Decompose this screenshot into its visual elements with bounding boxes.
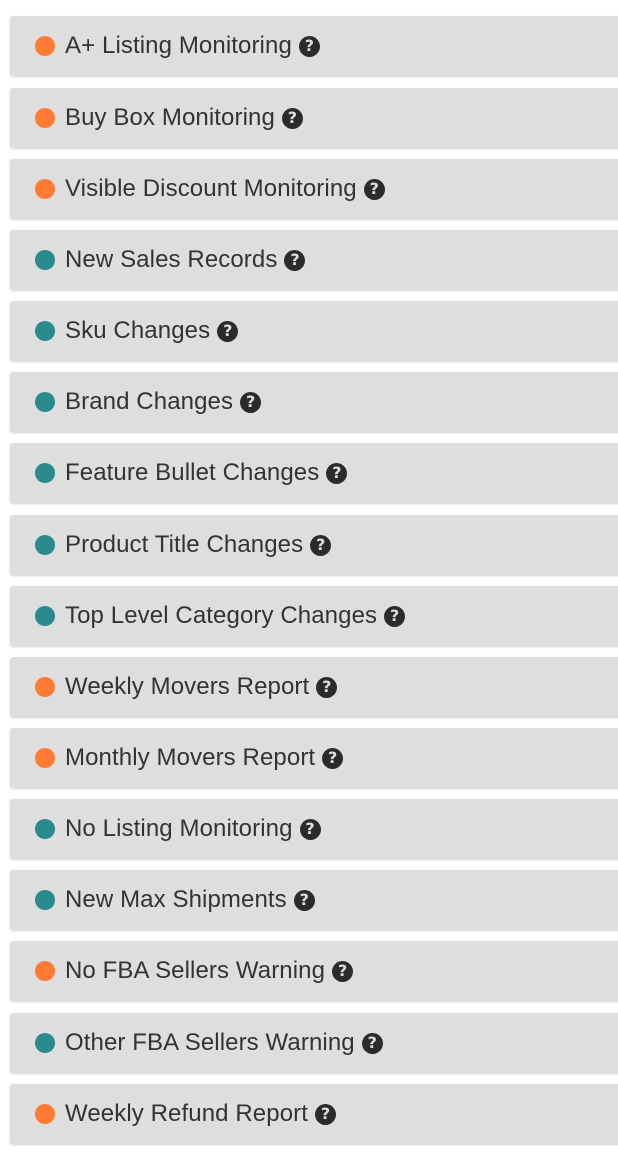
list-item-other-fba-sellers-warning[interactable]: Other FBA Sellers Warning ? xyxy=(10,1013,618,1073)
status-dot xyxy=(35,179,55,199)
monitoring-list: A+ Listing Monitoring ? Buy Box Monitori… xyxy=(0,0,618,1156)
list-item-sku-changes[interactable]: Sku Changes ? xyxy=(10,301,618,361)
list-item-a-plus-listing-monitoring[interactable]: A+ Listing Monitoring ? xyxy=(10,16,618,76)
question-circle-icon[interactable]: ? xyxy=(284,249,306,271)
status-dot xyxy=(35,1104,55,1124)
item-label: Weekly Refund Report xyxy=(65,1100,309,1127)
list-item-brand-changes[interactable]: Brand Changes ? xyxy=(10,372,618,432)
status-dot xyxy=(35,748,55,768)
item-label: Weekly Movers Report xyxy=(65,673,310,700)
list-item-new-sales-records[interactable]: New Sales Records ? xyxy=(10,230,618,290)
status-dot xyxy=(35,819,55,839)
list-item-visible-discount-monitoring[interactable]: Visible Discount Monitoring ? xyxy=(10,159,618,219)
status-dot xyxy=(35,392,55,412)
list-item-weekly-movers-report[interactable]: Weekly Movers Report ? xyxy=(10,657,618,717)
item-label: Top Level Category Changes xyxy=(65,602,378,629)
question-circle-icon[interactable]: ? xyxy=(316,676,338,698)
question-circle-icon[interactable]: ? xyxy=(361,1032,383,1054)
list-item-feature-bullet-changes[interactable]: Feature Bullet Changes ? xyxy=(10,443,618,503)
status-dot xyxy=(35,321,55,341)
item-label: A+ Listing Monitoring xyxy=(65,32,292,59)
item-label: Sku Changes xyxy=(65,317,211,344)
item-label: Product Title Changes xyxy=(65,531,304,558)
item-label: New Max Shipments xyxy=(65,886,287,913)
list-item-new-max-shipments[interactable]: New Max Shipments ? xyxy=(10,870,618,930)
question-circle-icon[interactable]: ? xyxy=(310,534,332,556)
question-circle-icon[interactable]: ? xyxy=(217,320,239,342)
status-dot xyxy=(35,250,55,270)
question-circle-icon[interactable]: ? xyxy=(299,818,321,840)
item-label: Feature Bullet Changes xyxy=(65,459,320,486)
question-circle-icon[interactable]: ? xyxy=(384,605,406,627)
list-item-no-fba-sellers-warning[interactable]: No FBA Sellers Warning ? xyxy=(10,941,618,1001)
status-dot xyxy=(35,606,55,626)
list-item-product-title-changes[interactable]: Product Title Changes ? xyxy=(10,515,618,575)
list-item-top-level-category-changes[interactable]: Top Level Category Changes ? xyxy=(10,586,618,646)
list-item-no-listing-monitoring[interactable]: No Listing Monitoring ? xyxy=(10,799,618,859)
status-dot xyxy=(35,961,55,981)
item-label: Visible Discount Monitoring xyxy=(65,175,357,202)
question-circle-icon[interactable]: ? xyxy=(326,462,348,484)
list-item-weekly-refund-report[interactable]: Weekly Refund Report ? xyxy=(10,1084,618,1144)
question-circle-icon[interactable]: ? xyxy=(332,960,354,982)
status-dot xyxy=(35,890,55,910)
question-circle-icon[interactable]: ? xyxy=(315,1103,337,1125)
status-dot xyxy=(35,36,55,56)
question-circle-icon[interactable]: ? xyxy=(281,107,303,129)
question-circle-icon[interactable]: ? xyxy=(322,747,344,769)
list-item-monthly-movers-report[interactable]: Monthly Movers Report ? xyxy=(10,728,618,788)
item-label: New Sales Records xyxy=(65,246,278,273)
item-label: No Listing Monitoring xyxy=(65,815,293,842)
status-dot xyxy=(35,677,55,697)
item-label: Brand Changes xyxy=(65,388,234,415)
status-dot xyxy=(35,1033,55,1053)
list-item-buy-box-monitoring[interactable]: Buy Box Monitoring ? xyxy=(10,88,618,148)
question-circle-icon[interactable]: ? xyxy=(363,178,385,200)
question-circle-icon[interactable]: ? xyxy=(293,889,315,911)
question-circle-icon[interactable]: ? xyxy=(298,35,320,57)
item-label: Monthly Movers Report xyxy=(65,744,316,771)
status-dot xyxy=(35,463,55,483)
question-circle-icon[interactable]: ? xyxy=(240,391,262,413)
status-dot xyxy=(35,535,55,555)
item-label: Other FBA Sellers Warning xyxy=(65,1029,355,1056)
item-label: No FBA Sellers Warning xyxy=(65,957,326,984)
status-dot xyxy=(35,108,55,128)
item-label: Buy Box Monitoring xyxy=(65,104,275,131)
